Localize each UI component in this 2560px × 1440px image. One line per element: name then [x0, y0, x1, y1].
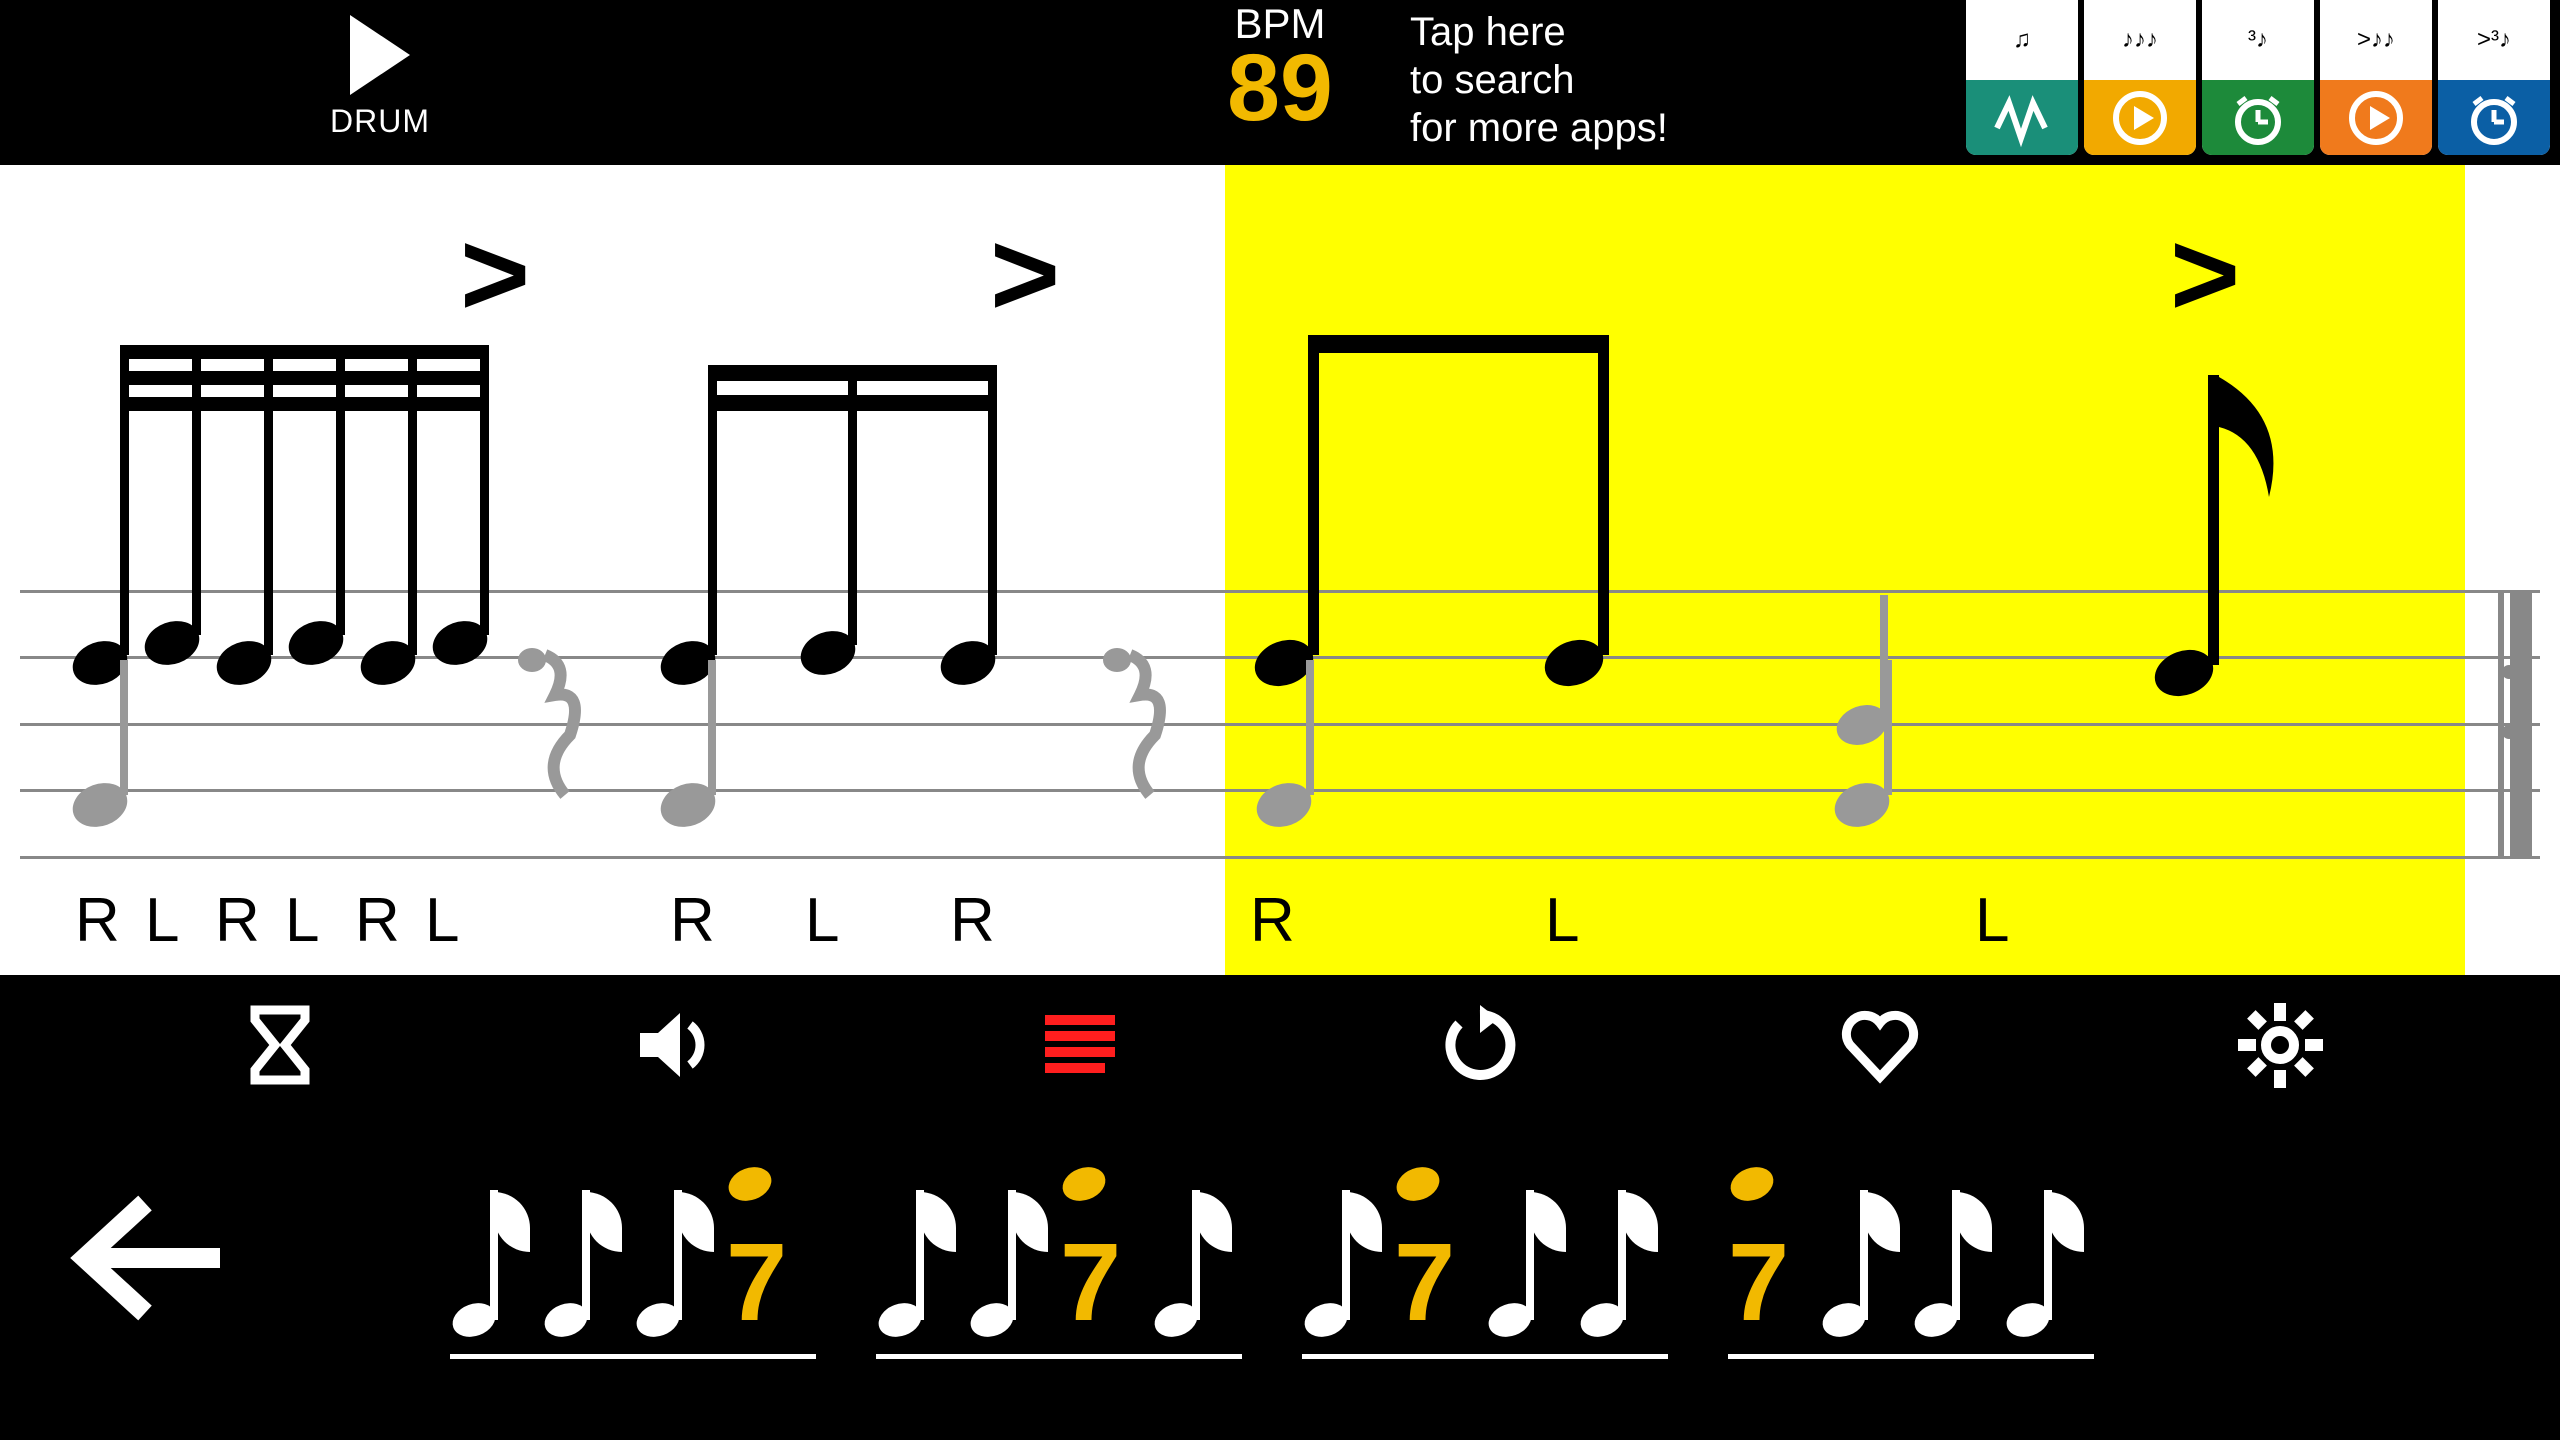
heart-icon	[1838, 1005, 1923, 1085]
sticking-letter: R	[950, 885, 997, 956]
eighth-note-icon	[450, 1156, 540, 1336]
sticking-letter: L	[425, 885, 461, 956]
arrow-left-icon	[65, 1188, 235, 1328]
app-tile-bottom-icon	[1966, 80, 2078, 155]
eighth-rest-icon: 7	[1394, 1156, 1484, 1336]
top-bar: DRUM BPM 89 Tap here to search for more …	[0, 0, 2560, 165]
play-button[interactable]: DRUM	[300, 15, 460, 140]
sticking-letter: R	[670, 885, 717, 956]
app-tile[interactable]: >³♪	[2438, 0, 2550, 155]
sticking-letter: L	[285, 885, 321, 956]
app-tile-top-icon: >♪♪	[2320, 0, 2432, 80]
sticking-letter: L	[1975, 885, 2011, 956]
pattern-option[interactable]: 7	[876, 1156, 1242, 1359]
app-tile-bottom-icon	[2438, 80, 2550, 155]
eighth-note-icon	[1912, 1156, 2002, 1336]
gear-icon	[2238, 1003, 2323, 1088]
list-button[interactable]	[1035, 1000, 1125, 1090]
pattern-selector: 7 7 7 7	[0, 1115, 2560, 1440]
eighth-note-icon	[542, 1156, 632, 1336]
sticking-letter: L	[1545, 885, 1581, 956]
app-tile-bottom-icon	[2320, 80, 2432, 155]
app-tile-top-icon: ³♪	[2202, 0, 2314, 80]
play-icon	[350, 15, 410, 95]
eighth-note-icon	[1302, 1156, 1392, 1336]
settings-button[interactable]	[2235, 1000, 2325, 1090]
pattern-underline	[450, 1354, 816, 1359]
app-tile-top-icon: ♪♪♪	[2084, 0, 2196, 80]
eighth-note-icon	[1486, 1156, 1576, 1336]
app-tile-top-icon: >³♪	[2438, 0, 2550, 80]
eighth-note-icon	[1152, 1156, 1242, 1336]
app-tile[interactable]: ♫	[1966, 0, 2078, 155]
pattern-option[interactable]: 7	[1302, 1156, 1668, 1359]
loop-button[interactable]	[1435, 1000, 1525, 1090]
loop-icon	[1440, 1005, 1520, 1085]
pattern-option[interactable]: 7	[1728, 1156, 2094, 1359]
app-icon-row: ♫♪♪♪³♪>♪♪>³♪	[1966, 0, 2550, 155]
list-icon	[1045, 1015, 1115, 1075]
app-tile-top-icon: ♫	[1966, 0, 2078, 80]
eighth-note-icon	[2004, 1156, 2094, 1336]
sticking-letter: R	[215, 885, 262, 956]
eighth-note-icon	[876, 1156, 966, 1336]
app-tile[interactable]: ³♪	[2202, 0, 2314, 155]
favorite-button[interactable]	[1835, 1000, 1925, 1090]
svg-text:>: >	[460, 207, 530, 341]
app-tile-bottom-icon	[2202, 80, 2314, 155]
notation-svg: > > >	[0, 165, 2560, 975]
toolbar	[0, 975, 2560, 1115]
pattern-underline	[1728, 1354, 2094, 1359]
play-label: DRUM	[300, 103, 460, 140]
svg-text:>: >	[2170, 207, 2240, 341]
sticking-letter: R	[1250, 885, 1297, 956]
eighth-rest-icon: 7	[1060, 1156, 1150, 1336]
app-tile-bottom-icon	[2084, 80, 2196, 155]
hourglass-icon	[245, 1005, 315, 1085]
sticking-letter: R	[75, 885, 122, 956]
eighth-rest-icon: 7	[1728, 1156, 1818, 1336]
eighth-note-icon	[1820, 1156, 1910, 1336]
eighth-note-icon	[1578, 1156, 1668, 1336]
hourglass-button[interactable]	[235, 1000, 325, 1090]
pattern-underline	[1302, 1354, 1668, 1359]
pattern-option[interactable]: 7	[450, 1156, 816, 1359]
svg-text:>: >	[990, 207, 1060, 341]
eighth-rest-icon: 7	[726, 1156, 816, 1336]
back-button[interactable]	[50, 1168, 250, 1348]
sticking-letter: L	[145, 885, 181, 956]
app-tile[interactable]: ♪♪♪	[2084, 0, 2196, 155]
pattern-list: 7 7 7 7	[300, 1156, 2510, 1359]
pattern-underline	[876, 1354, 1242, 1359]
score-area: > > >	[0, 165, 2560, 975]
volume-button[interactable]	[635, 1000, 725, 1090]
sticking-letter: L	[805, 885, 841, 956]
volume-icon	[635, 1005, 725, 1085]
eighth-note-icon	[968, 1156, 1058, 1336]
app-tile[interactable]: >♪♪	[2320, 0, 2432, 155]
search-more-apps[interactable]: Tap here to search for more apps!	[1410, 8, 1668, 152]
eighth-note-icon	[634, 1156, 724, 1336]
sticking-letter: R	[355, 885, 402, 956]
